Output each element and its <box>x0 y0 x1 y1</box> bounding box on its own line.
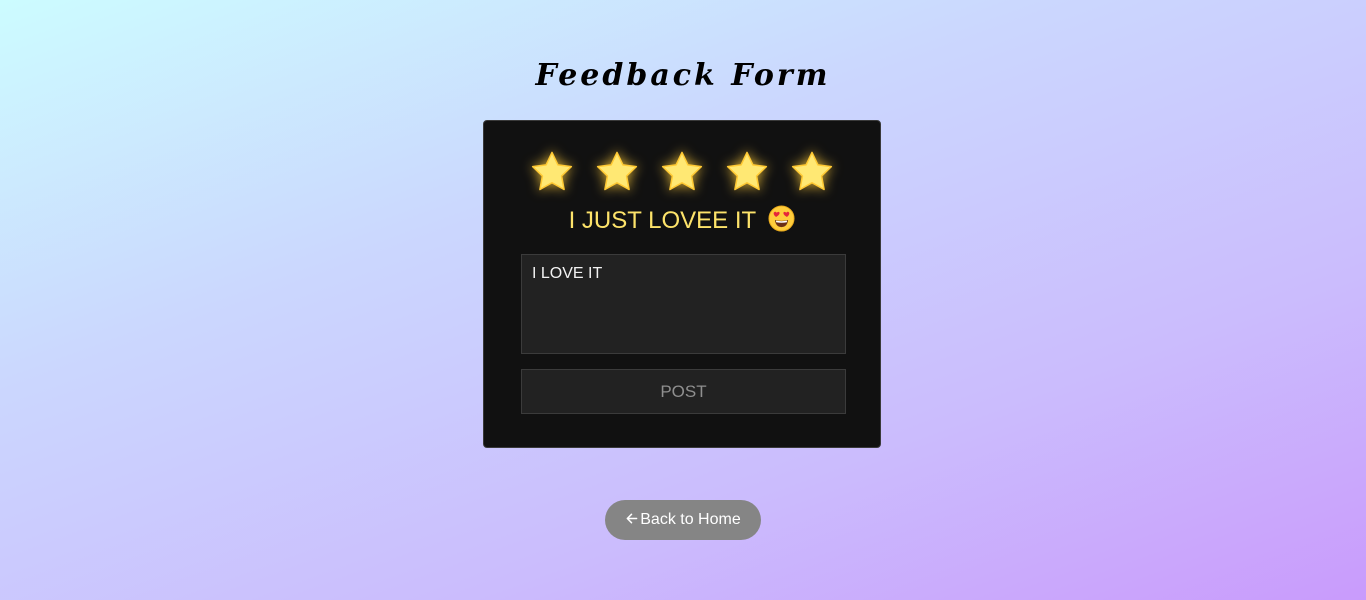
star-icon[interactable] <box>789 149 835 195</box>
star-icon[interactable] <box>529 149 575 195</box>
star-icon[interactable] <box>594 149 640 195</box>
star-icon[interactable] <box>724 149 770 195</box>
back-to-home-label: Back to Home <box>640 511 741 528</box>
back-to-home-button[interactable]: Back to Home <box>605 500 761 540</box>
rating-label: I JUST LOVEE IT <box>484 205 880 235</box>
star-rating <box>484 149 880 195</box>
arrow-left-icon <box>626 513 638 523</box>
post-button[interactable]: POST <box>521 369 846 414</box>
feedback-card: I JUST LOVEE IT I LOVE IT POST <box>483 120 881 448</box>
feedback-textarea[interactable]: I LOVE IT <box>521 254 846 354</box>
star-icon[interactable] <box>659 149 705 195</box>
page-title: Feedback Form <box>535 58 831 93</box>
rating-label-text: I JUST LOVEE IT <box>568 207 756 234</box>
heart-eyes-emoji-icon <box>768 205 795 232</box>
